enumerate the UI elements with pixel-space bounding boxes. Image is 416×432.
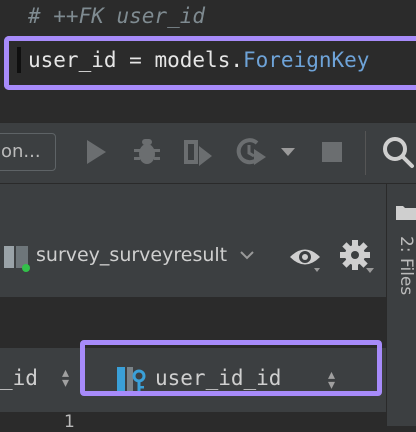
folder-icon (396, 204, 416, 220)
run-icon[interactable] (82, 135, 110, 169)
search-icon[interactable] (380, 135, 416, 169)
debug-icon[interactable] (130, 135, 164, 169)
dropdown-icon[interactable] (278, 135, 298, 169)
chevron-down-icon[interactable] (240, 242, 254, 271)
stop-icon[interactable] (318, 135, 346, 169)
column-header-left[interactable]: _id (0, 366, 38, 390)
table-selector[interactable]: survey_surveyresult (36, 244, 227, 266)
code-operator: = (129, 48, 142, 72)
code-class-foreignkey: ForeignKey (243, 48, 370, 72)
run-configuration-selector[interactable]: on... (0, 133, 56, 171)
code-variable: user_id (28, 48, 117, 72)
right-tool-strip (386, 184, 416, 426)
gear-icon[interactable] (338, 238, 376, 276)
sort-icon[interactable]: ▴ ▾ (62, 366, 69, 390)
code-module: models. (154, 48, 243, 72)
foreign-key-column-icon (116, 365, 148, 393)
files-tool-window-tab[interactable]: 2: Files (396, 236, 416, 295)
column-header-user-id-id[interactable]: user_id_id (155, 366, 281, 390)
code-comment: # ++FK user_id (28, 4, 206, 28)
table-toolbar: survey_surveyresult (0, 236, 386, 278)
row-number: 1 (64, 412, 75, 432)
sort-icon[interactable]: ▴ ▾ (328, 368, 335, 392)
eye-icon[interactable] (288, 240, 322, 274)
toolbar-separator (365, 131, 366, 175)
main-toolbar: on... (0, 122, 416, 184)
code-line-foreign-key[interactable]: user_id = models.ForeignKey (28, 48, 369, 72)
profile-icon[interactable] (234, 135, 270, 169)
code-editor[interactable]: # ++FK user_id user_id = models.ForeignK… (0, 0, 416, 122)
table-icon (2, 242, 32, 272)
coverage-icon[interactable] (180, 135, 216, 169)
